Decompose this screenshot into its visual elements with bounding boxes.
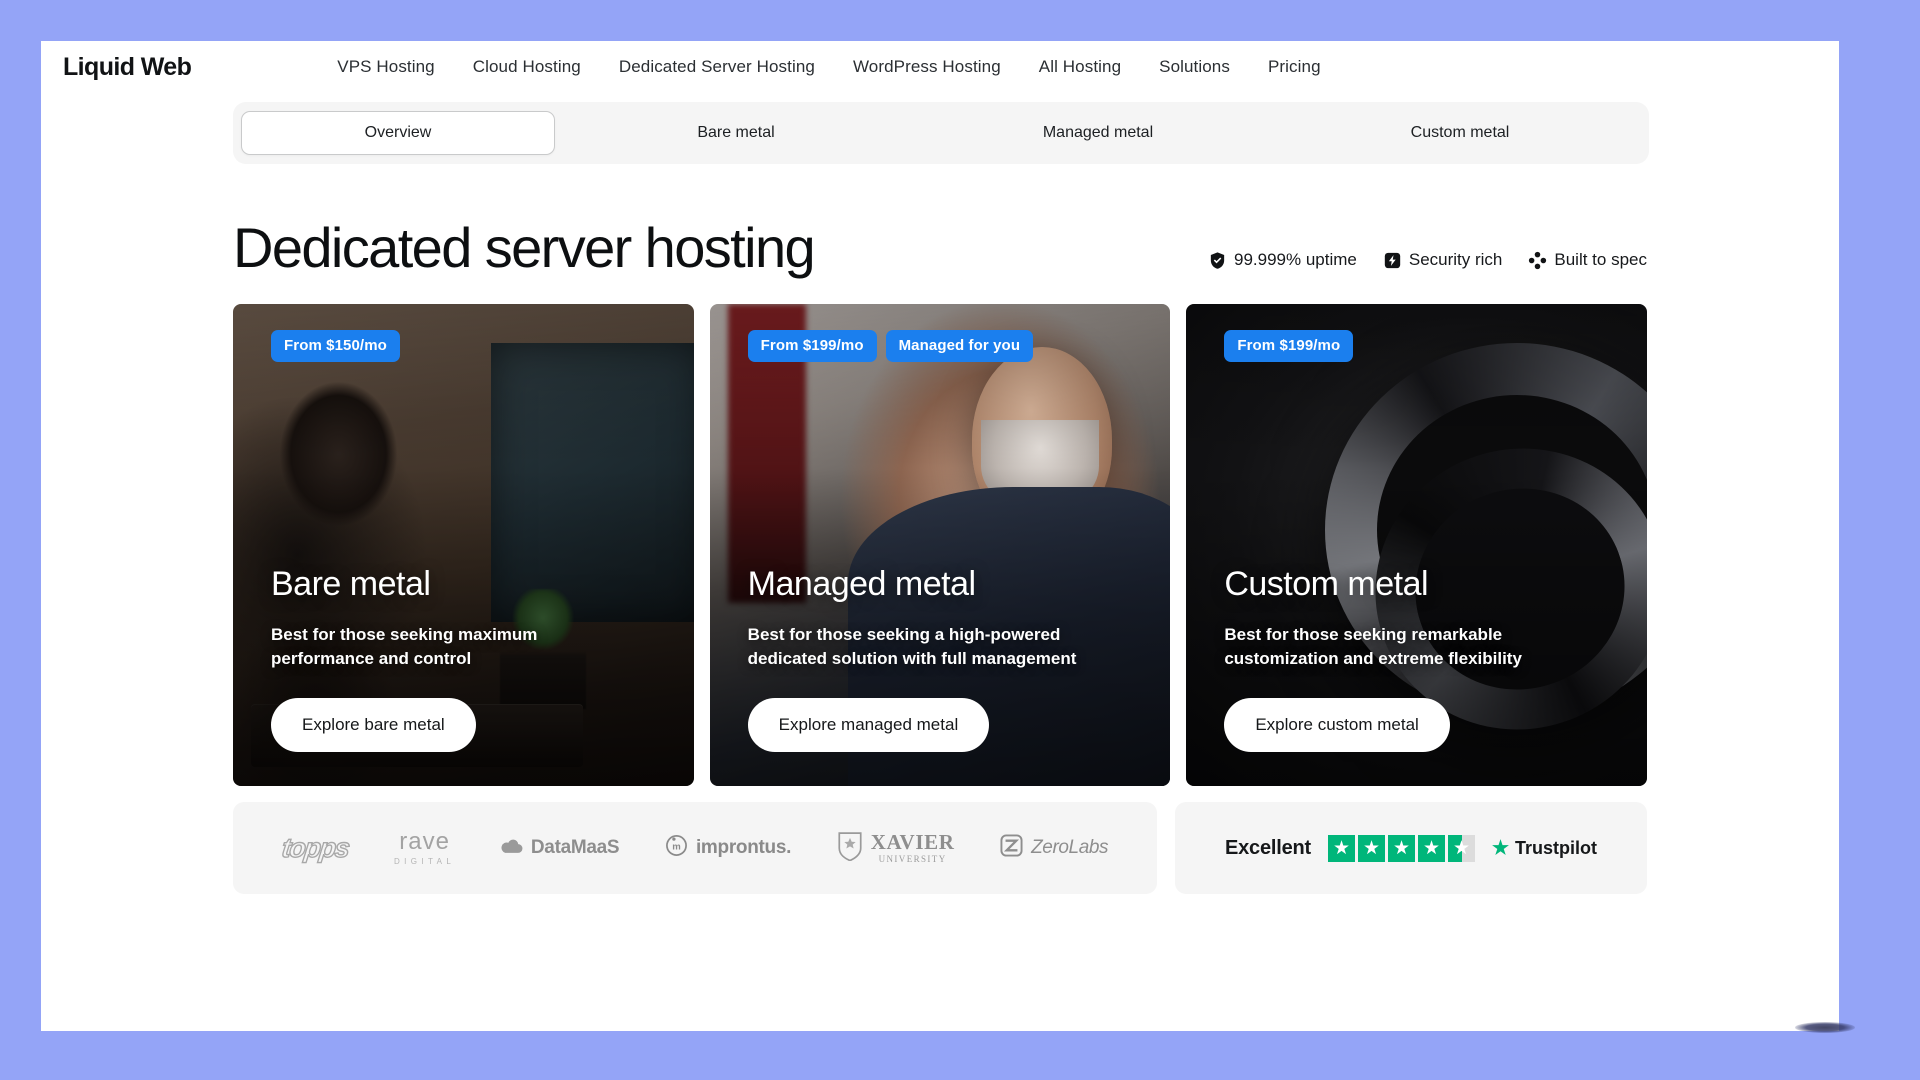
card-body-managed-metal: Managed metal Best for those seeking a h… [747,565,1137,752]
tab-overview[interactable]: Overview [241,111,555,155]
card-badges-custom-metal: From $199/mo [1224,330,1613,362]
trustpilot-star-icon: ★ [1491,837,1510,859]
star-icon: ★ [1327,834,1355,862]
circle-m-icon: m [665,834,688,862]
card-title-bare-metal: Bare metal [271,565,431,604]
social-proof-strip: topps rave DIGITAL DataMaaS m improntus.… [41,786,1839,894]
svg-text:m: m [672,842,681,853]
customer-logos-panel: topps rave DIGITAL DataMaaS m improntus.… [233,802,1157,894]
lightning-bolt-icon [1383,251,1402,270]
price-badge: From $199/mo [747,330,877,362]
nav-link-cloud-hosting[interactable]: Cloud Hosting [473,57,581,77]
z-mark-icon [1000,834,1023,862]
nav-link-wordpress-hosting[interactable]: WordPress Hosting [853,57,1001,77]
feature-built-to-spec: Built to spec [1528,250,1647,270]
cloud-icon [501,838,523,859]
star-icon: ★ [1357,834,1385,862]
nav-link-pricing[interactable]: Pricing [1268,57,1321,77]
logo-xavier-subtext: UNIVERSITY [878,854,947,864]
nav-link-all-hosting[interactable]: All Hosting [1039,57,1121,77]
feature-security: Security rich [1383,250,1503,270]
logo-xavier-university: XAVIER UNIVERSITY [837,831,955,866]
star-icon: ★ [1417,834,1445,862]
shield-crest-icon [837,831,863,866]
price-badge: From $199/mo [1224,330,1354,362]
logo-datamaas: DataMaaS [501,837,620,859]
primary-nav-links: VPS Hosting Cloud Hosting Dedicated Serv… [337,57,1320,77]
hero-header-row: Dedicated server hosting 99.999% uptime [41,164,1839,276]
feature-built-to-spec-label: Built to spec [1554,250,1647,269]
trustpilot-rating-word: Excellent [1224,836,1311,859]
logo-rave-wordmark: rave [399,828,450,855]
card-title-managed-metal: Managed metal [747,565,976,604]
trustpilot-star-rating: ★ ★ ★ ★ ★ [1327,834,1475,862]
logo-rave-digital: rave DIGITAL [394,830,455,866]
card-body-bare-metal: Bare metal Best for those seeking maximu… [271,567,660,752]
explore-managed-metal-button[interactable]: Explore managed metal [747,698,990,752]
star-icon: ★ [1387,834,1415,862]
four-dots-icon [1528,251,1547,270]
half-star-icon: ★ [1447,834,1475,862]
feature-uptime-label: 99.999% uptime [1233,250,1357,269]
trustpilot-brand: ★ Trustpilot [1492,838,1597,859]
card-badges-bare-metal: From $150/mo [271,330,660,362]
trustpilot-brand-label: Trustpilot [1515,837,1598,858]
card-body-custom-metal: Custom metal Best for those seeking rema… [1224,567,1613,752]
card-description-bare-metal: Best for those seeking maximum performan… [271,625,538,668]
logo-rave-tagline: DIGITAL [393,857,456,866]
card-title-custom-metal: Custom metal [1224,565,1429,604]
product-card-managed-metal[interactable]: From $199/mo Managed for you Managed met… [709,304,1171,786]
nav-link-vps-hosting[interactable]: VPS Hosting [337,57,434,77]
nav-link-dedicated-server-hosting[interactable]: Dedicated Server Hosting [619,57,815,77]
page-title: Dedicated server hosting [233,216,816,279]
feature-security-label: Security rich [1408,250,1503,269]
browser-content-frame: Liquid Web VPS Hosting Cloud Hosting Ded… [41,41,1839,1031]
section-tabs: Overview Bare metal Managed metal Custom… [233,102,1649,164]
tab-custom-metal[interactable]: Custom metal [1279,111,1641,155]
trustpilot-panel[interactable]: Excellent ★ ★ ★ ★ ★ ★ Trustpilot [1175,802,1647,894]
product-card-bare-metal[interactable]: From $150/mo Bare metal Best for those s… [233,304,694,786]
tab-managed-metal[interactable]: Managed metal [917,111,1279,155]
card-badges-managed-metal: From $199/mo Managed for you [747,330,1137,362]
logo-xavier-wordmark: XAVIER [870,830,955,854]
card-content-custom-metal: From $199/mo Custom metal Best for those… [1186,304,1647,786]
shield-check-icon [1208,251,1227,270]
hero-feature-list: 99.999% uptime Security rich Built to sp… [1208,250,1647,276]
top-navigation-bar: Liquid Web VPS Hosting Cloud Hosting Ded… [41,41,1839,93]
managed-badge: Managed for you [885,330,1034,362]
product-card-custom-metal[interactable]: From $199/mo Custom metal Best for those… [1186,304,1648,786]
tab-bare-metal[interactable]: Bare metal [555,111,917,155]
logo-improntus: m improntus. [665,834,791,862]
site-logo[interactable]: Liquid Web [63,53,192,82]
price-badge: From $150/mo [271,330,400,362]
explore-bare-metal-button[interactable]: Explore bare metal [271,698,476,752]
product-card-grid: From $150/mo Bare metal Best for those s… [41,276,1839,786]
logo-topps: topps [279,832,351,863]
card-content-bare-metal: From $150/mo Bare metal Best for those s… [233,304,694,786]
card-description-managed-metal: Best for those seeking a high-powered de… [747,625,1077,668]
logo-zerolabs: ZeroLabs [1000,834,1109,862]
card-content-managed-metal: From $199/mo Managed for you Managed met… [710,304,1171,786]
explore-custom-metal-button[interactable]: Explore custom metal [1224,698,1450,752]
card-description-custom-metal: Best for those seeking remarkable custom… [1224,625,1522,668]
nav-link-solutions[interactable]: Solutions [1159,57,1230,77]
section-tabs-wrapper: Overview Bare metal Managed metal Custom… [41,93,1839,164]
window-resize-handle[interactable] [1795,1022,1855,1033]
feature-uptime: 99.999% uptime [1208,250,1357,270]
